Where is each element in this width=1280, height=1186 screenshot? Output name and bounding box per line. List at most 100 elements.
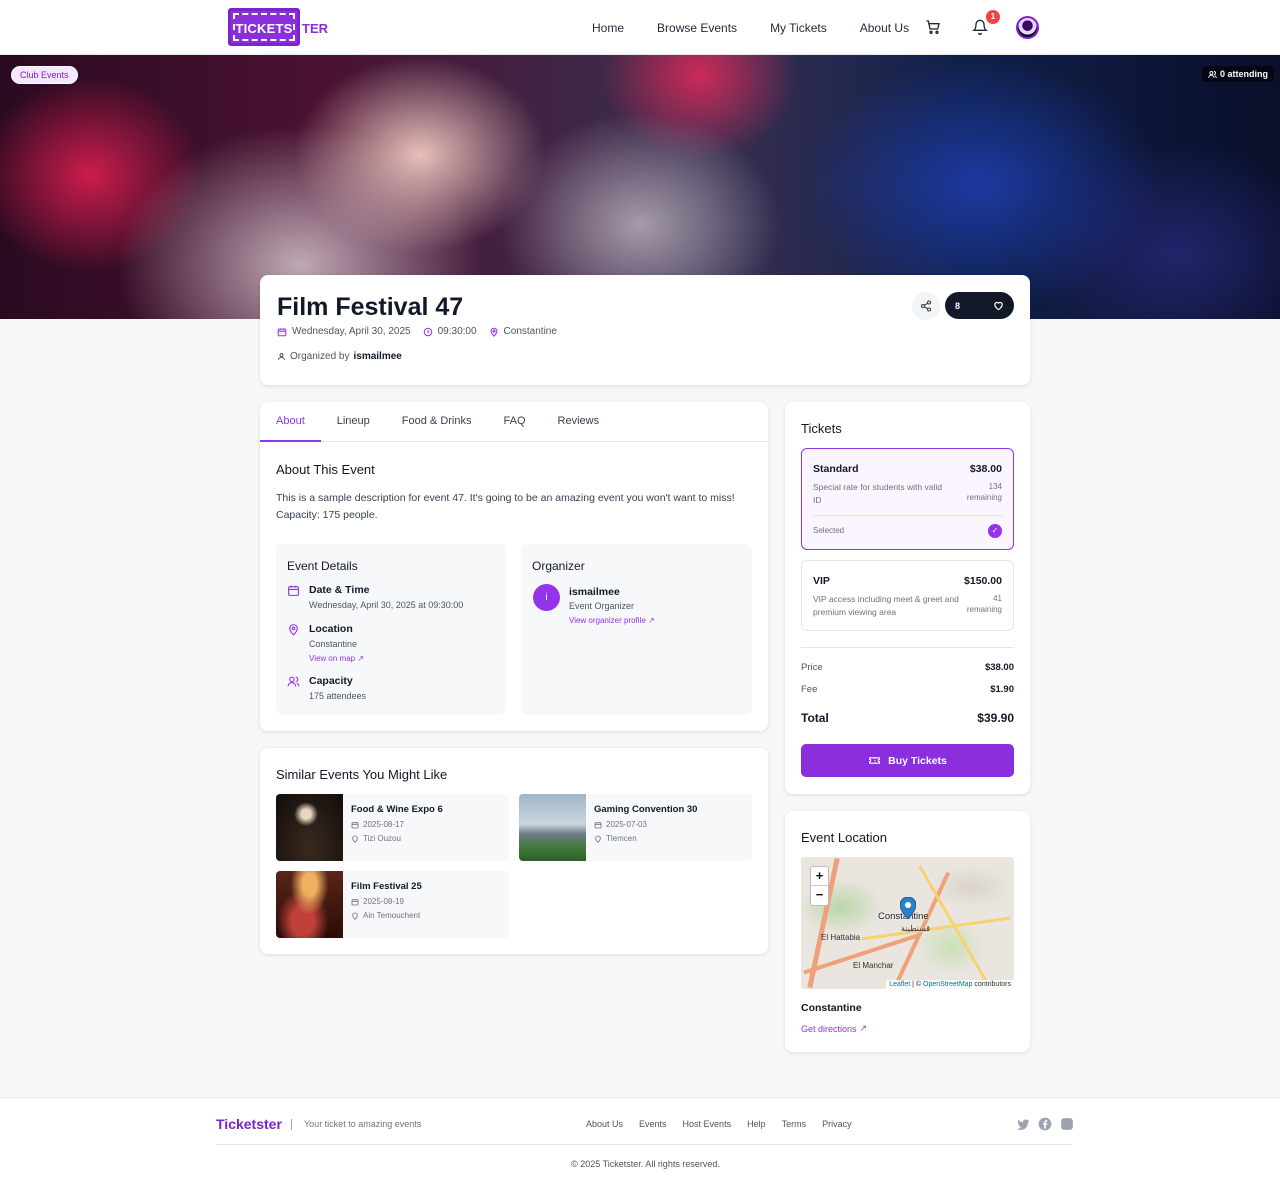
get-directions-link[interactable]: Get directions ↗ — [801, 1023, 867, 1034]
organizer-box: Organizer i ismailmee Event Organizer Vi… — [521, 544, 752, 715]
facebook-icon[interactable] — [1038, 1117, 1052, 1131]
similar-event-name: Food & Wine Expo 6 — [351, 804, 443, 815]
category-badge[interactable]: Club Events — [11, 66, 78, 84]
footer-link-terms[interactable]: Terms — [782, 1119, 807, 1129]
get-directions-text: Get directions — [801, 1023, 857, 1034]
detail-location: Location Constantine View on map ↗ — [287, 623, 364, 663]
attribution-tail: contributors — [974, 981, 1011, 988]
like-button[interactable]: 8 — [945, 292, 1014, 319]
similar-event-location: Tizi Ouzou — [351, 834, 401, 843]
about-description: This is a sample description for event 4… — [276, 492, 735, 521]
view-on-map-text: View on map — [309, 654, 356, 663]
ticket-option-vip[interactable]: VIP $150.00 VIP access including meet & … — [801, 560, 1014, 631]
event-location: Constantine — [503, 326, 557, 337]
similar-event-date: 2025-07-03 — [594, 820, 647, 829]
leaflet-link[interactable]: Leaflet — [889, 981, 910, 988]
share-button[interactable] — [912, 292, 940, 320]
calendar-icon — [277, 327, 287, 337]
tab-food-drinks[interactable]: Food & Drinks — [386, 402, 488, 442]
ticketster-logo[interactable]: TICKETS TER — [228, 8, 328, 48]
summary-fee-row: Fee $1.90 — [801, 684, 1014, 695]
location-map[interactable]: + − Constantine قسنطينة El Hattabia El M… — [801, 857, 1014, 989]
people-icon — [1208, 70, 1217, 79]
detail-capacity: Capacity 175 attendees — [287, 675, 366, 701]
capacity-label: Capacity — [309, 675, 353, 687]
nav-about-us[interactable]: About Us — [860, 21, 909, 35]
user-avatar[interactable] — [1016, 16, 1039, 39]
event-header-card: Film Festival 47 Wednesday, April 30, 20… — [260, 275, 1030, 385]
event-location-card: Event Location + − Constantine قسنطينة E… — [785, 811, 1030, 1052]
similar-event-item[interactable]: Film Festival 25 2025-08-19 Ain Temouche… — [276, 871, 509, 938]
similar-event-location: Tlemcen — [594, 834, 637, 843]
map-zoom-in-button[interactable]: + — [811, 867, 828, 886]
similar-event-date-text: 2025-08-19 — [363, 897, 404, 906]
ticket-remaining-label: remaining — [966, 493, 1002, 502]
footer-link-about[interactable]: About Us — [586, 1119, 623, 1129]
event-details-box: Event Details Date & Time Wednesday, Apr… — [276, 544, 506, 715]
fee-value: $1.90 — [990, 684, 1014, 695]
ticket-divider — [813, 515, 1002, 516]
nav-my-tickets[interactable]: My Tickets — [770, 21, 827, 35]
footer-link-privacy[interactable]: Privacy — [822, 1119, 852, 1129]
view-on-map-link[interactable]: View on map ↗ — [309, 654, 364, 663]
total-label: Total — [801, 711, 829, 725]
organizer-avatar: i — [533, 584, 560, 611]
tab-faq[interactable]: FAQ — [488, 402, 542, 442]
event-tabs: About Lineup Food & Drinks FAQ Reviews — [260, 402, 768, 442]
similar-event-location: Ain Temouchent — [351, 911, 420, 920]
summary-total-row: Total $39.90 — [801, 711, 1014, 725]
event-thumbnail — [276, 871, 343, 938]
check-icon: ✓ — [988, 524, 1002, 538]
osm-link[interactable]: OpenStreetMap — [923, 981, 972, 988]
ticket-price: $150.00 — [964, 575, 1002, 587]
external-link-icon: ↗ — [859, 1023, 868, 1033]
tab-lineup[interactable]: Lineup — [321, 402, 386, 442]
main-nav: Home Browse Events My Tickets About Us — [592, 21, 942, 35]
footer-link-help[interactable]: Help — [747, 1119, 766, 1129]
bell-icon[interactable] — [972, 19, 988, 35]
ticket-icon — [868, 754, 881, 767]
map-pin-icon — [489, 327, 499, 337]
map-label-manchar: El Manchar — [853, 961, 894, 970]
map-pin-icon — [351, 835, 359, 843]
about-title: About This Event — [276, 462, 375, 477]
event-details-title: Event Details — [287, 559, 358, 573]
twitter-icon[interactable] — [1016, 1117, 1030, 1131]
footer-brand[interactable]: Ticketster — [216, 1116, 282, 1132]
instagram-icon[interactable] — [1060, 1117, 1074, 1131]
tab-about[interactable]: About — [260, 402, 321, 442]
footer-link-events[interactable]: Events — [639, 1119, 667, 1129]
similar-event-item[interactable]: Gaming Convention 30 2025-07-03 Tlemcen — [519, 794, 752, 861]
calendar-icon — [594, 821, 602, 829]
organizer-role: Event Organizer — [569, 601, 635, 611]
buy-tickets-label: Buy Tickets — [888, 754, 947, 767]
organizer-name[interactable]: ismailmee — [353, 351, 401, 362]
map-pin-icon — [594, 835, 602, 843]
buy-tickets-button[interactable]: Buy Tickets — [801, 744, 1014, 777]
footer-link-host-events[interactable]: Host Events — [683, 1119, 732, 1129]
ticket-description: VIP access including meet & greet and pr… — [813, 594, 959, 617]
nav-home[interactable]: Home — [592, 21, 624, 35]
ticket-remaining: 41 remaining — [952, 593, 1002, 615]
ticket-option-standard[interactable]: Standard $38.00 Special rate for student… — [801, 448, 1014, 550]
map-label-hattabia: El Hattabia — [821, 933, 861, 942]
external-link-icon: ↗ — [648, 616, 655, 625]
heart-icon — [993, 300, 1004, 311]
similar-event-item[interactable]: Food & Wine Expo 6 2025-08-17 Tizi Ouzou — [276, 794, 509, 861]
clock-icon — [423, 327, 433, 337]
users-icon — [287, 675, 300, 701]
event-meta: Wednesday, April 30, 2025 09:30:00 Const… — [277, 326, 569, 337]
cart-icon[interactable] — [925, 19, 941, 35]
map-zoom-out-button[interactable]: − — [811, 886, 828, 905]
event-info-card: About Lineup Food & Drinks FAQ Reviews A… — [260, 402, 768, 731]
footer-separator — [216, 1144, 1072, 1145]
map-marker-icon[interactable] — [900, 897, 916, 919]
nav-browse-events[interactable]: Browse Events — [657, 21, 737, 35]
calendar-icon — [351, 821, 359, 829]
event-date: Wednesday, April 30, 2025 — [292, 326, 411, 337]
similar-event-date: 2025-08-17 — [351, 820, 404, 829]
view-organizer-profile-link[interactable]: View organizer profile ↗ — [569, 616, 655, 625]
similar-event-location-text: Ain Temouchent — [363, 911, 421, 920]
tab-reviews[interactable]: Reviews — [542, 402, 616, 442]
summary-divider — [801, 647, 1014, 648]
